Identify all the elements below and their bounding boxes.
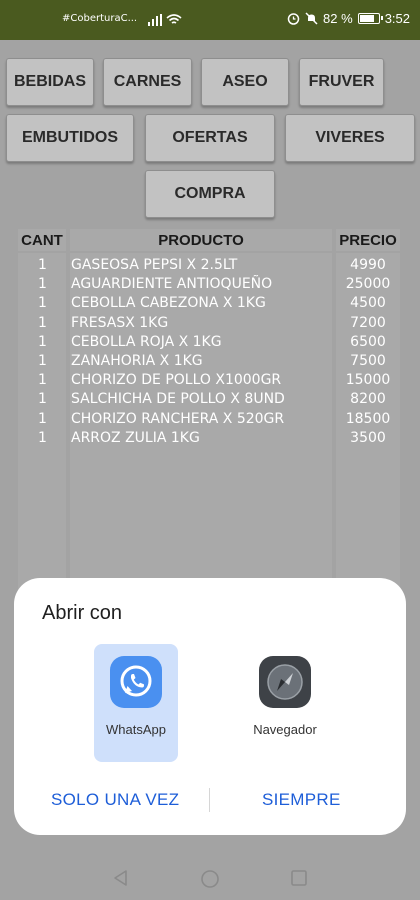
button-divider: [209, 788, 210, 812]
cant-cell: 1: [38, 333, 47, 350]
producto-cell: AGUARDIENTE ANTIOQUEÑO: [71, 276, 273, 293]
precio-cell: 4500: [350, 295, 386, 312]
alarm-icon: [287, 13, 300, 25]
cant-cell: 1: [38, 410, 47, 427]
carrier-name: #CoberturaC...: [62, 13, 138, 24]
mute-icon: [305, 12, 318, 25]
cant-cell: 1: [38, 429, 47, 446]
header-precio: PRECIO: [336, 229, 400, 251]
category-button-viveres[interactable]: VIVERES: [285, 114, 415, 162]
cant-cell: 1: [38, 276, 47, 293]
app-option-whatsapp[interactable]: WhatsApp: [94, 644, 178, 762]
precio-cell: 6500: [350, 333, 386, 350]
wifi-icon: [166, 14, 182, 24]
just-once-button[interactable]: SOLO UNA VEZ: [51, 790, 179, 810]
precio-cell: 8200: [350, 391, 386, 408]
header-cant: CANT: [18, 229, 66, 251]
precio-list: 4990 25000 4500 7200 6500 7500 15000 820…: [343, 256, 393, 448]
clock: 3:52: [384, 11, 410, 26]
producto-cell: ARROZ ZULIA 1KG: [71, 429, 200, 446]
precio-cell: 25000: [345, 276, 391, 293]
browser-icon: [259, 656, 311, 708]
cant-cell: 1: [38, 391, 47, 408]
cant-cell: 1: [38, 257, 47, 273]
precio-cell: 7200: [350, 314, 386, 331]
producto-cell: GASEOSA PEPSI X 2.5LT: [71, 257, 238, 273]
precio-cell: 7500: [350, 353, 386, 370]
whatsapp-icon: [110, 656, 162, 708]
category-button-aseo[interactable]: ASEO: [201, 58, 289, 106]
producto-cell: ZANAHORIA X 1KG: [71, 353, 203, 370]
category-button-bebidas[interactable]: BEBIDAS: [6, 58, 94, 106]
category-button-ofertas[interactable]: OFERTAS: [145, 114, 275, 162]
category-button-fruver[interactable]: FRUVER: [299, 58, 384, 106]
compra-button[interactable]: COMPRA: [145, 170, 275, 218]
precio-cell: 15000: [345, 372, 391, 389]
status-bar: #CoberturaC... 82 % 3:52: [0, 0, 420, 40]
cant-list: 1 1 1 1 1 1 1 1 1 1: [38, 256, 47, 448]
cant-cell: 1: [38, 372, 47, 389]
battery-icon: [357, 13, 383, 24]
cant-cell: 1: [38, 353, 47, 370]
app-label-whatsapp: WhatsApp: [106, 722, 166, 737]
app-label-navegador: Navegador: [253, 722, 317, 737]
header-producto: PRODUCTO: [70, 229, 332, 251]
dialog-title: Abrir con: [42, 602, 123, 624]
producto-cell: SALCHICHA DE POLLO X 8UND: [71, 391, 285, 408]
home-icon[interactable]: [200, 869, 220, 889]
producto-cell: CHORIZO RANCHERA X 520GR: [71, 410, 285, 427]
producto-cell: FRESASX 1KG: [71, 314, 169, 331]
app-option-navegador[interactable]: Navegador: [243, 644, 327, 762]
battery-percent: 82 %: [323, 11, 353, 26]
navigation-bar: [0, 855, 420, 900]
precio-cell: 18500: [345, 410, 391, 427]
signal-icon: [148, 14, 162, 26]
category-button-embutidos[interactable]: EMBUTIDOS: [6, 114, 134, 162]
category-button-carnes[interactable]: CARNES: [103, 58, 192, 106]
open-with-dialog: Abrir con WhatsApp Navegador SOLO UNA VE…: [14, 578, 406, 835]
producto-cell: CEBOLLA ROJA X 1KG: [71, 333, 222, 350]
always-button[interactable]: SIEMPRE: [262, 790, 341, 810]
back-icon[interactable]: [112, 869, 128, 887]
cant-cell: 1: [38, 314, 47, 331]
recent-apps-icon[interactable]: [290, 869, 308, 887]
producto-cell: CHORIZO DE POLLO X1000GR: [71, 372, 282, 389]
precio-cell: 4990: [350, 257, 386, 273]
producto-list: GASEOSA PEPSI X 2.5LT AGUARDIENTE ANTIOQ…: [71, 256, 285, 448]
producto-cell: CEBOLLA CABEZONA X 1KG: [71, 295, 266, 312]
precio-cell: 3500: [350, 429, 386, 446]
cant-cell: 1: [38, 295, 47, 312]
